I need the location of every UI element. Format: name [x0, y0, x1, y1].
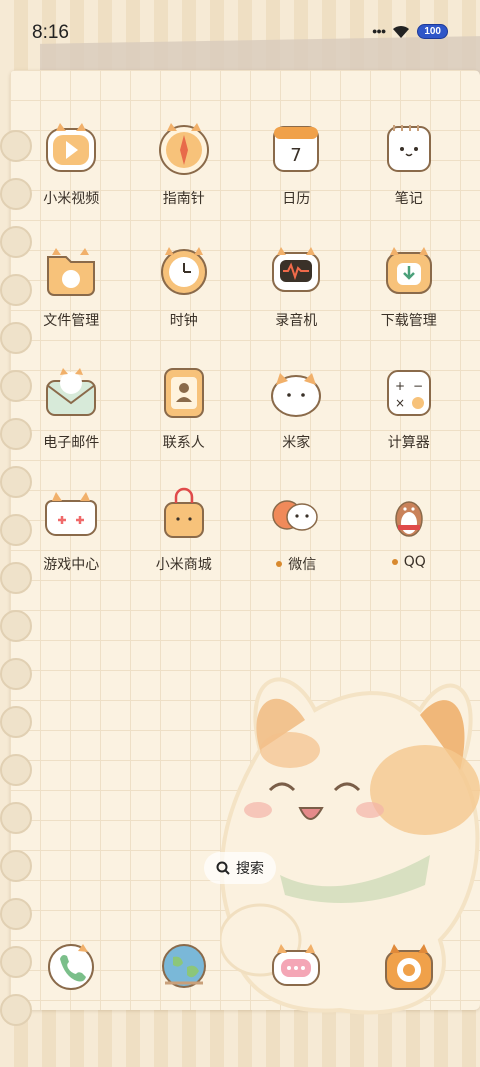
recorder-icon [272, 247, 321, 292]
dock-browser[interactable] [128, 936, 241, 1006]
folder-icon [47, 248, 96, 296]
app-label: 电子邮件 [43, 435, 100, 451]
app-mi-video[interactable]: 小米视频 [15, 118, 128, 212]
clock-icon [160, 247, 207, 295]
app-label: 米家 [282, 435, 311, 451]
camera-icon [384, 944, 433, 990]
app-label: 笔记 [394, 191, 423, 207]
svg-text:×: × [395, 396, 405, 410]
app-label: 时钟 [169, 313, 198, 329]
compass-icon [158, 123, 209, 175]
app-label: 文件管理 [43, 313, 100, 329]
download-icon [385, 247, 432, 294]
app-label: 联系人 [162, 435, 205, 451]
calculator-icon: + − × [386, 370, 431, 416]
shopping-bag-icon [163, 487, 204, 538]
messages-icon [272, 944, 321, 986]
app-mijia[interactable]: 米家 [240, 362, 353, 456]
wifi-icon [393, 25, 410, 38]
app-label: 游戏中心 [43, 557, 100, 573]
qq-penguin-icon [395, 501, 423, 537]
app-file-manager[interactable]: 文件管理 [15, 240, 128, 334]
app-label: 计算器 [387, 435, 430, 451]
browser-globe-icon [161, 944, 206, 988]
app-wechat[interactable]: 微信 [240, 484, 353, 578]
dock-camera[interactable] [353, 936, 466, 1006]
status-bar: 8:16 ●●● 100 [0, 0, 480, 64]
dock [15, 936, 465, 1006]
new-install-dot [391, 559, 398, 565]
dock-phone[interactable] [15, 936, 128, 1006]
app-qq[interactable]: QQ [353, 484, 466, 578]
video-icon [46, 123, 97, 172]
calendar-icon: 7 [273, 126, 320, 172]
app-label-text: 微信 [288, 557, 317, 573]
app-label: 下载管理 [380, 313, 437, 329]
app-label: 微信 [276, 554, 316, 574]
app-game-center[interactable]: 游戏中心 [15, 484, 128, 578]
notes-icon [386, 125, 431, 172]
app-mi-store[interactable]: 小米商城 [128, 484, 241, 578]
search-icon [216, 861, 230, 875]
app-label: 录音机 [275, 313, 318, 329]
app-download-manager[interactable]: 下载管理 [353, 240, 466, 334]
app-label-text: QQ [403, 554, 426, 570]
new-install-dot [276, 561, 283, 567]
contacts-icon [163, 368, 204, 418]
phone-icon [48, 944, 95, 990]
app-clock[interactable]: 时钟 [128, 240, 241, 334]
app-label: 小米视频 [43, 191, 100, 207]
app-compass[interactable]: 指南针 [128, 118, 241, 212]
wechat-icon [272, 500, 318, 531]
app-contacts[interactable]: 联系人 [128, 362, 241, 456]
svg-text:+: + [395, 379, 405, 393]
search-button[interactable]: 搜索 [204, 852, 276, 884]
gamepad-icon [45, 492, 98, 536]
signal-icon: ●●● [372, 26, 386, 36]
app-recorder[interactable]: 录音机 [240, 240, 353, 334]
dock-messages[interactable] [240, 936, 353, 1006]
app-notes[interactable]: 笔记 [353, 118, 466, 212]
svg-text:−: − [413, 379, 423, 393]
app-email[interactable]: 电子邮件 [15, 362, 128, 456]
search-label: 搜索 [236, 861, 264, 877]
battery-indicator: 100 [417, 23, 448, 39]
svg-text:7: 7 [291, 145, 302, 166]
app-grid: 小米视频 指南针 7 日历 笔记 文件管理 时钟 录音机 下载管理 电子邮件 联… [15, 118, 465, 578]
app-calculator[interactable]: + − × 计算器 [353, 362, 466, 456]
app-label: QQ [391, 554, 426, 570]
mail-icon [46, 368, 97, 416]
app-calendar[interactable]: 7 日历 [240, 118, 353, 212]
app-label: 指南针 [162, 191, 205, 207]
app-label: 日历 [282, 191, 311, 207]
app-label: 小米商城 [155, 557, 212, 573]
status-time: 8:16 [32, 22, 69, 43]
mijia-icon [271, 373, 322, 417]
